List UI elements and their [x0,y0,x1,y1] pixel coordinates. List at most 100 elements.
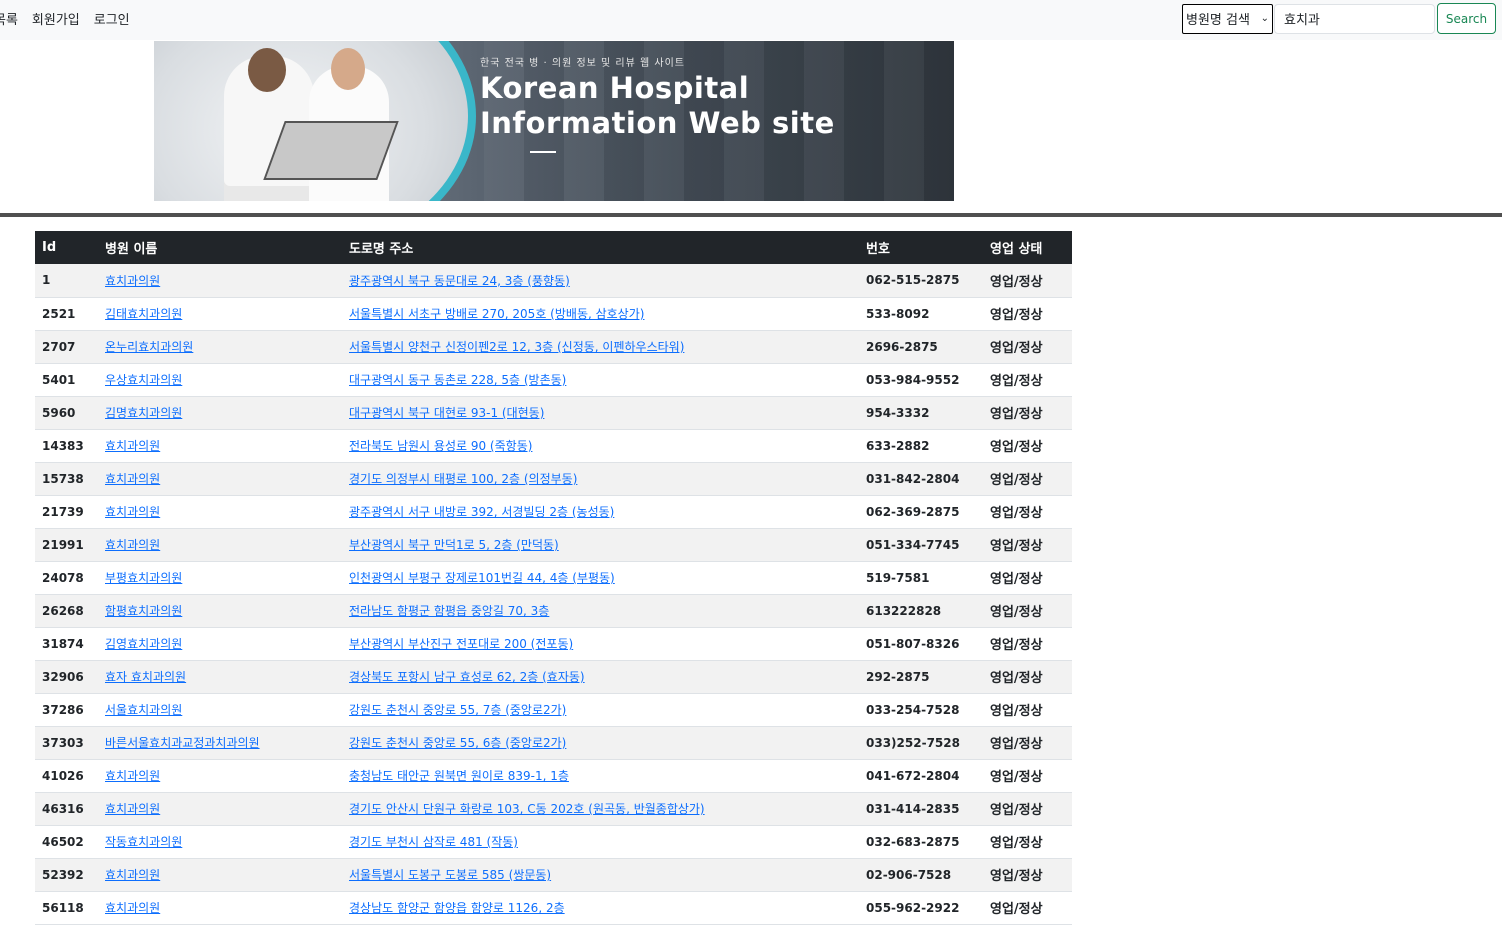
cell-name: 효치과의원 [98,528,342,562]
cell-phone: 633-2882 [859,429,983,463]
hospital-name-link[interactable]: 작동효치과의원 [105,835,182,849]
hospital-name-link[interactable]: 부평효치과의원 [105,571,182,585]
table-row: 24078 부평효치과의원 인천광역시 부평구 장제로101번길 44, 4층 (부… [35,561,1072,595]
cell-status: 영업/정상 [983,891,1072,925]
hospital-address-link[interactable]: 대구광역시 동구 동촌로 228, 5층 (방촌동) [349,373,566,387]
hospital-name-link[interactable]: 김태효치과의원 [105,307,182,321]
cell-status: 영업/정상 [983,462,1072,496]
hospital-name-link[interactable]: 효치과의원 [105,901,160,915]
hospital-name-link[interactable]: 효치과의원 [105,505,160,519]
table-row: 21991 효치과의원 부산광역시 북구 만덕1로 5, 2층 (만덕동) 051-3… [35,528,1072,562]
hospital-address-link[interactable]: 경기도 안산시 단원구 화랑로 103, C동 202호 (원곡동, 반월종합상… [349,802,705,816]
hospital-name-link[interactable]: 효자 효치과의원 [105,670,186,684]
table-row: 2707 온누리효치과의원 서울특별시 양천구 신정이펜2로 12, 3층 (신정동… [35,330,1072,364]
cell-phone: 051-334-7745 [859,528,983,562]
cell-name: 김명효치과의원 [98,396,342,430]
cell-phone: 062-515-2875 [859,264,983,298]
cell-id: 56118 [35,891,98,925]
banner-title-line2: Information Web site [480,106,835,140]
hospital-address-link[interactable]: 광주광역시 북구 동문대로 24, 3층 (풍향동) [349,274,570,288]
hospital-address-link[interactable]: 전라북도 남원시 용성로 90 (죽항동) [349,439,532,453]
hospital-address-link[interactable]: 전라남도 함평군 함평읍 중앙길 70, 3층 [349,604,549,618]
table-row: 46316 효치과의원 경기도 안산시 단원구 화랑로 103, C동 202호 (… [35,792,1072,826]
cell-status: 영업/정상 [983,693,1072,727]
hospital-address-link[interactable]: 서울특별시 서초구 방배로 270, 205호 (방배동, 삼호상가) [349,307,644,321]
cell-status: 영업/정상 [983,297,1072,331]
cell-address: 경상남도 함양군 함양읍 함양로 1126, 2층 [342,891,859,925]
search-form: 병원명 검색 ⌄ Search [1182,3,1496,34]
cell-name: 효치과의원 [98,462,342,496]
hospital-address-link[interactable]: 경상북도 포항시 남구 효성로 62, 2층 (효자동) [349,670,585,684]
hospital-name-link[interactable]: 효치과의원 [105,472,160,486]
hospital-address-link[interactable]: 서울특별시 양천구 신정이펜2로 12, 3층 (신정동, 이펜하우스타워) [349,340,684,354]
table-row: 41026 효치과의원 충청남도 태안군 원북면 원이로 839-1, 1층 041-… [35,759,1072,793]
search-button[interactable]: Search [1437,3,1496,34]
hospital-name-link[interactable]: 효치과의원 [105,538,160,552]
hospital-name-link[interactable]: 김영효치과의원 [105,637,182,651]
cell-address: 강원도 춘천시 중앙로 55, 7층 (중앙로2가) [342,693,859,727]
hospital-address-link[interactable]: 서울특별시 도봉구 도봉로 585 (쌍문동) [349,868,551,882]
hospital-address-link[interactable]: 대구광역시 북구 대현로 93-1 (대현동) [349,406,544,420]
chevron-down-icon: ⌄ [1260,13,1269,24]
hospital-address-link[interactable]: 강원도 춘천시 중앙로 55, 6층 (중앙로2가) [349,736,566,750]
nav-link-login[interactable]: 로그인 [94,9,130,28]
table-row: 46502 작동효치과의원 경기도 부천시 삼작로 481 (작동) 032-683-… [35,825,1072,859]
cell-status: 영업/정상 [983,858,1072,892]
hospital-address-link[interactable]: 경기도 부천시 삼작로 481 (작동) [349,835,518,849]
top-navbar: 목록 회원가입 로그인 병원명 검색 ⌄ Search [0,0,1502,40]
search-input[interactable] [1274,3,1435,34]
column-header-id: Id [35,231,98,264]
cell-address: 전라남도 함평군 함평읍 중앙길 70, 3층 [342,594,859,628]
hospital-name-link[interactable]: 효치과의원 [105,439,160,453]
cell-phone: 954-3332 [859,396,983,430]
hospital-address-link[interactable]: 경상남도 함양군 함양읍 함양로 1126, 2층 [349,901,565,915]
cell-name: 부평효치과의원 [98,561,342,595]
cell-address: 경기도 안산시 단원구 화랑로 103, C동 202호 (원곡동, 반월종합상… [342,792,859,826]
cell-phone: 031-414-2835 [859,792,983,826]
hospital-address-link[interactable]: 광주광역시 서구 내방로 392, 서경빌딩 2층 (농성동) [349,505,614,519]
cell-address: 경기도 부천시 삼작로 481 (작동) [342,825,859,859]
cell-name: 김태효치과의원 [98,297,342,331]
cell-phone: 032-683-2875 [859,825,983,859]
hospital-address-link[interactable]: 경기도 의정부시 태평로 100, 2층 (의정부동) [349,472,577,486]
table-row: 32906 효자 효치과의원 경상북도 포항시 남구 효성로 62, 2층 (효자동… [35,660,1072,694]
table-row: 5401 우상효치과의원 대구광역시 동구 동촌로 228, 5층 (방촌동) 053… [35,363,1072,397]
cell-address: 부산광역시 북구 만덕1로 5, 2층 (만덕동) [342,528,859,562]
nav-link-list[interactable]: 목록 [0,9,18,28]
cell-name: 효치과의원 [98,495,342,529]
cell-status: 영업/정상 [983,396,1072,430]
hospital-address-link[interactable]: 인천광역시 부평구 장제로101번길 44, 4층 (부평동) [349,571,615,585]
cell-id: 24078 [35,561,98,595]
hospital-name-link[interactable]: 효치과의원 [105,868,160,882]
hospital-name-link[interactable]: 효치과의원 [105,769,160,783]
hospital-name-link[interactable]: 서울효치과의원 [105,703,182,717]
cell-id: 26268 [35,594,98,628]
table-row: 37286 서울효치과의원 강원도 춘천시 중앙로 55, 7층 (중앙로2가) 03… [35,693,1072,727]
table-row: 56118 효치과의원 경상남도 함양군 함양읍 함양로 1126, 2층 055-9… [35,891,1072,925]
hospital-name-link[interactable]: 온누리효치과의원 [105,340,193,354]
hospital-address-link[interactable]: 부산광역시 부산진구 전포대로 200 (전포동) [349,637,573,651]
cell-address: 대구광역시 동구 동촌로 228, 5층 (방촌동) [342,363,859,397]
hospital-name-link[interactable]: 효치과의원 [105,802,160,816]
table-header-row: Id 병원 이름 도로명 주소 번호 영업 상태 [35,231,1072,264]
cell-status: 영업/정상 [983,660,1072,694]
cell-address: 경기도 의정부시 태평로 100, 2층 (의정부동) [342,462,859,496]
hospital-name-link[interactable]: 우상효치과의원 [105,373,182,387]
hospital-name-link[interactable]: 바른서울효치과교정과치과의원 [105,736,260,750]
cell-name: 서울효치과의원 [98,693,342,727]
cell-id: 37286 [35,693,98,727]
hospital-address-link[interactable]: 부산광역시 북구 만덕1로 5, 2층 (만덕동) [349,538,559,552]
hospital-address-link[interactable]: 충청남도 태안군 원북면 원이로 839-1, 1층 [349,769,569,783]
cell-status: 영업/정상 [983,429,1072,463]
hospital-name-link[interactable]: 효치과의원 [105,274,160,288]
nav-link-signup[interactable]: 회원가입 [32,9,80,28]
cell-phone: 053-984-9552 [859,363,983,397]
cell-name: 온누리효치과의원 [98,330,342,364]
hospital-address-link[interactable]: 강원도 춘천시 중앙로 55, 7층 (중앙로2가) [349,703,566,717]
search-type-select[interactable]: 병원명 검색 ⌄ [1182,3,1273,34]
cell-phone: 041-672-2804 [859,759,983,793]
cell-phone: 533-8092 [859,297,983,331]
hospital-name-link[interactable]: 함평효치과의원 [105,604,182,618]
hospital-name-link[interactable]: 김명효치과의원 [105,406,182,420]
cell-id: 2707 [35,330,98,364]
